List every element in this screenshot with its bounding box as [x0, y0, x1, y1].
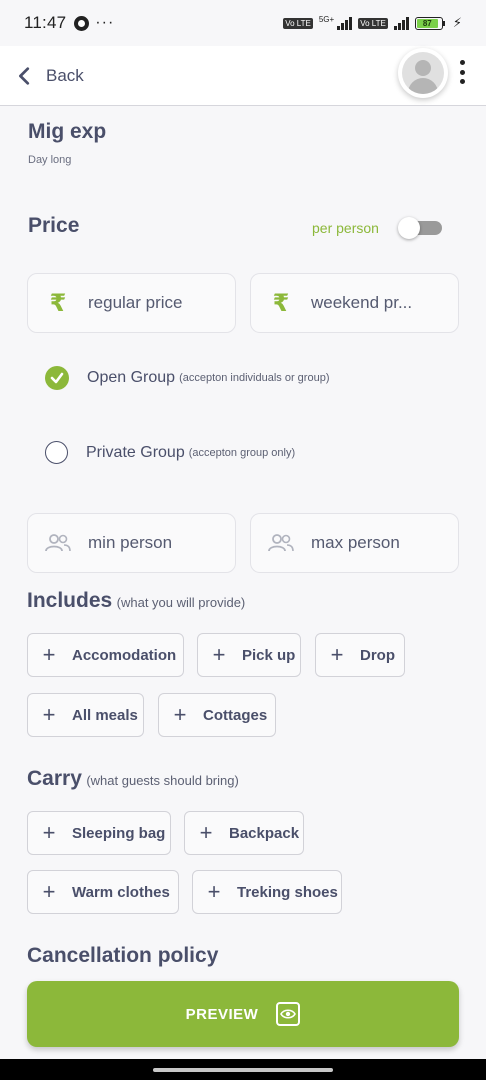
app-header: Back: [0, 46, 486, 106]
plus-icon: +: [207, 879, 221, 904]
experience-title: Mig exp: [28, 120, 107, 143]
private-group-label: Private Group: [86, 443, 185, 461]
max-person-input[interactable]: max person: [250, 513, 459, 573]
weekend-price-input[interactable]: ₹ weekend pr...: [250, 273, 459, 333]
regular-price-input[interactable]: ₹ regular price: [27, 273, 236, 333]
plus-icon: +: [42, 879, 56, 904]
chip-label: All meals: [72, 706, 138, 724]
includes-heading: Includes (what you will provide): [27, 589, 245, 613]
charging-icon: ⚡: [452, 15, 462, 30]
signal-icon-2: [393, 16, 409, 30]
chip-label: Pick up: [242, 646, 296, 664]
radio-empty-icon: [45, 441, 68, 464]
system-nav-bar: [0, 1059, 486, 1080]
include-chip-all-meals[interactable]: + All meals: [27, 693, 144, 737]
regular-price-placeholder: regular price: [88, 293, 183, 312]
chip-label: Cottages: [203, 706, 268, 724]
battery-level: 87: [416, 18, 438, 28]
chip-label: Drop: [360, 646, 395, 664]
people-icon: [268, 534, 294, 552]
open-group-note: (accepton individuals or group): [179, 372, 330, 384]
includes-subtitle: (what you will provide): [116, 595, 246, 610]
include-chip-drop[interactable]: + Drop: [315, 633, 405, 677]
experience-subtitle: Day long: [28, 154, 72, 166]
price-title: Price: [28, 214, 80, 237]
check-circle-icon: [45, 366, 69, 390]
network-type-label: 5G+: [318, 15, 335, 24]
carry-heading: Carry (what guests should bring): [27, 767, 239, 791]
include-chip-cottages[interactable]: + Cottages: [158, 693, 276, 737]
chip-label: Sleeping bag: [72, 824, 166, 842]
carry-chip-backpack[interactable]: + Backpack: [184, 811, 304, 855]
per-person-label: per person: [312, 220, 379, 236]
weekend-price-placeholder: weekend pr...: [311, 293, 413, 312]
open-group-option[interactable]: Open Group (accepton individuals or grou…: [45, 366, 329, 390]
chevron-left-icon: [19, 66, 30, 85]
cancellation-title: Cancellation policy: [27, 944, 219, 967]
rupee-icon: ₹: [272, 289, 290, 317]
carry-chip-warm-clothes[interactable]: + Warm clothes: [27, 870, 179, 914]
home-handle[interactable]: [153, 1068, 333, 1072]
back-label: Back: [46, 65, 84, 85]
plus-icon: +: [173, 702, 187, 727]
plus-icon: +: [212, 642, 226, 667]
max-person-placeholder: max person: [311, 533, 400, 552]
preview-button[interactable]: PREVIEW: [27, 981, 459, 1047]
status-dots: ···: [95, 14, 115, 31]
volte-icon: Vo LTE: [283, 17, 313, 29]
includes-title: Includes: [27, 589, 113, 612]
people-icon: [45, 534, 71, 552]
volte-icon-2: Vo LTE: [358, 17, 388, 29]
status-bar: 11:47 ··· Vo LTE 5G+ Vo LTE 87 ⚡: [0, 0, 486, 46]
avatar[interactable]: [398, 48, 448, 98]
carry-title: Carry: [27, 767, 82, 790]
plus-icon: +: [330, 642, 344, 667]
chip-label: Treking shoes: [237, 883, 338, 901]
open-group-label: Open Group: [87, 369, 176, 386]
plus-icon: +: [42, 702, 56, 727]
include-chip-accomodation[interactable]: + Accomodation: [27, 633, 184, 677]
include-chip-pick-up[interactable]: + Pick up: [197, 633, 301, 677]
private-group-option[interactable]: Private Group (accepton group only): [45, 441, 295, 464]
chip-label: Accomodation: [72, 646, 177, 664]
chip-label: Backpack: [229, 824, 300, 842]
signal-icon: [337, 16, 353, 30]
plus-icon: +: [42, 820, 56, 845]
rupee-icon: ₹: [49, 289, 67, 317]
more-vertical-icon[interactable]: [456, 60, 468, 84]
carry-chip-sleeping-bag[interactable]: + Sleeping bag: [27, 811, 171, 855]
whatsapp-icon: [74, 15, 90, 31]
carry-chip-treking-shoes[interactable]: + Treking shoes: [192, 870, 342, 914]
plus-icon: +: [42, 642, 56, 667]
per-person-toggle[interactable]: [398, 217, 444, 239]
eye-icon: [276, 1002, 301, 1026]
carry-subtitle: (what guests should bring): [86, 773, 239, 788]
battery-icon: 87: [414, 16, 445, 30]
chip-label: Warm clothes: [72, 883, 170, 901]
back-button[interactable]: Back: [14, 65, 84, 87]
plus-icon: +: [199, 820, 213, 845]
status-indicators: Vo LTE 5G+ Vo LTE 87 ⚡: [283, 15, 462, 31]
avatar-placeholder-icon: [402, 52, 444, 94]
preview-label: PREVIEW: [185, 1005, 259, 1023]
min-person-placeholder: min person: [88, 533, 173, 552]
status-time: 11:47: [24, 13, 67, 32]
min-person-input[interactable]: min person: [27, 513, 236, 573]
private-group-note: (accepton group only): [188, 446, 296, 459]
